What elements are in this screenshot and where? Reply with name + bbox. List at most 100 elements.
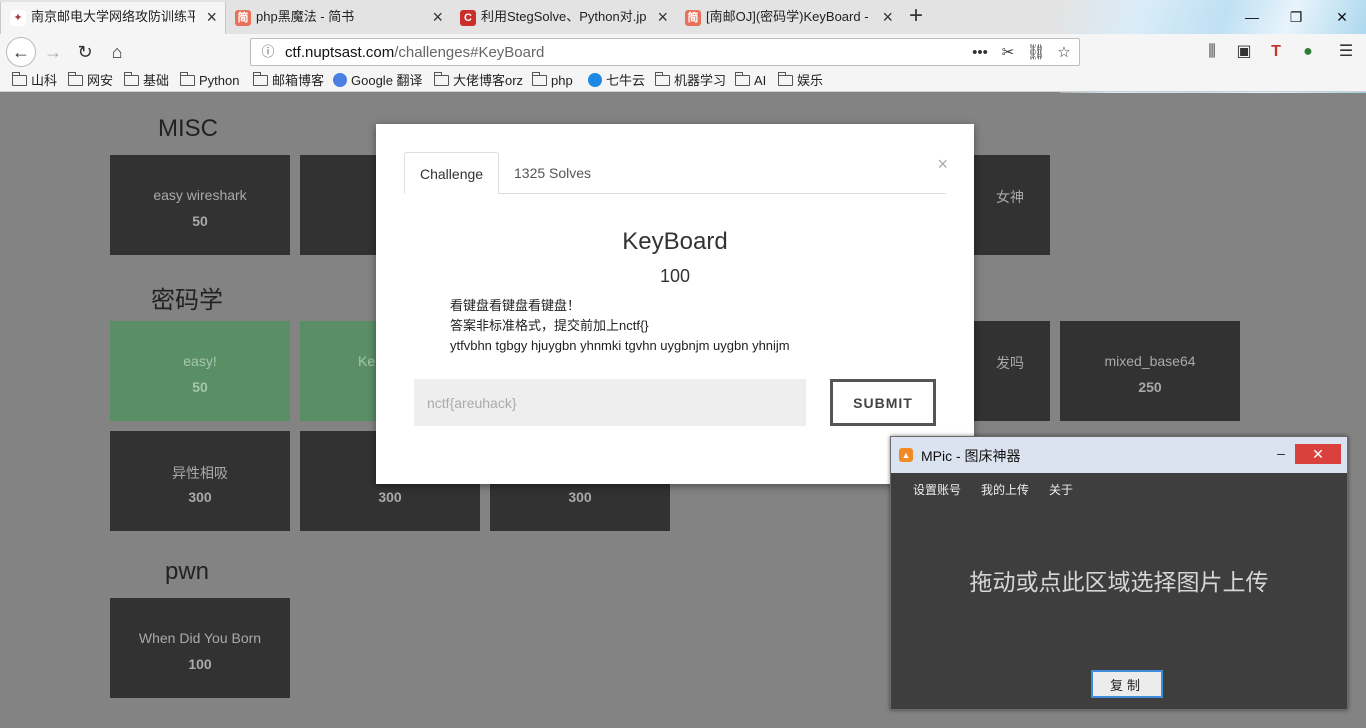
mpic-titlebar[interactable]: ▲ MPic - 图床神器 – ✕ [891,437,1347,473]
mpic-app-icon: ▲ [899,448,913,462]
minimize-icon[interactable]: – [1271,445,1291,463]
menu-item-uploads[interactable]: 我的上传 [981,481,1029,498]
folder-icon [253,72,268,86]
bookmark-folder[interactable]: php [532,72,573,90]
browser-tab-keyboard[interactable]: 简 [南邮OJ](密码学)KeyBoard - 简书 × [676,2,901,34]
url-host: ctf.nuptsast.com [285,44,395,61]
challenge-card[interactable]: easy wireshark 50 [110,155,290,255]
folder-icon [68,72,83,86]
folder-icon [180,72,195,86]
bookmark-label: 大佬博客orz [453,73,524,88]
url-path: /challenges#KeyBoard [394,44,545,61]
mpic-window: ▲ MPic - 图床神器 – ✕ 设置账号 我的上传 关于 拖动或点此区域选择… [890,436,1348,710]
folder-icon [434,72,449,86]
challenge-card[interactable]: When Did You Born 100 [110,598,290,698]
challenge-name: When Did You Born [138,630,262,646]
bird-icon: ✦ [10,10,26,26]
screenshot-icon[interactable]: ✂ [997,42,1019,64]
home-icon[interactable]: ⌂ [102,38,132,66]
close-icon[interactable]: ✕ [1295,444,1341,464]
info-icon[interactable]: ⓘ [259,43,277,61]
bookmark-folder[interactable]: 网安 [68,72,113,90]
challenge-value: 250 [1138,379,1162,395]
tab-solves[interactable]: 1325 Solves [499,152,606,194]
bookmark-label: 邮箱博客 [272,73,325,88]
back-icon[interactable]: ← [6,37,36,67]
challenge-description: 看键盘看键盘看键盘！ 答案非标准格式，提交前加上nctf{} ytfvbhn t… [450,296,910,356]
reload-icon[interactable]: ↻ [70,38,100,66]
challenge-name: 发吗 [996,355,1024,371]
bookmark-label: Google 翻译 [351,73,423,88]
challenge-value: 50 [192,213,208,229]
bookmark-label: 七牛云 [606,73,646,88]
jianshu-icon: 简 [685,10,701,26]
sidebar-icon[interactable]: ▣ [1232,40,1256,64]
description-line: 答案非标准格式，提交前加上nctf{} [450,318,649,333]
bookmark-folder[interactable]: Python [180,72,239,90]
challenge-value: 50 [192,379,208,395]
browser-tab-php[interactable]: 简 php黑魔法 - 简书 × [226,2,451,34]
category-title-pwn: pwn [165,558,210,585]
qiniu-icon [588,73,602,87]
folder-icon [778,72,793,86]
category-title-crypto: 密码学 [151,287,223,314]
translate-extension-icon[interactable]: T [1264,40,1288,64]
bookmark-folder[interactable]: 山科 [12,72,57,90]
tab-title: 南京邮电大学网络攻防训练平台 [31,9,195,24]
tab-title: php黑魔法 - 简书 [256,9,355,24]
challenge-card[interactable]: mixed_base64 250 [1060,321,1240,421]
challenge-value: 300 [188,489,212,505]
tab-title: 利用StegSolve、Python对.jpg [481,9,646,24]
menu-item-about[interactable]: 关于 [1049,481,1073,498]
challenge-points: 100 [659,266,691,286]
window-close-icon[interactable]: ✕ [1330,6,1354,28]
challenge-value: 100 [188,656,212,672]
bookmark-folder[interactable]: 娱乐 [778,72,823,90]
menu-icon[interactable]: ☰ [1334,40,1358,64]
category-title-misc: MISC [158,115,218,142]
bookmark-folder[interactable]: 邮箱博客 [253,72,324,90]
challenge-card-solved[interactable]: easy! 50 [110,321,290,421]
bookmark-google-translate[interactable]: Google 翻译 [333,72,423,90]
browser-tab-nuptsast[interactable]: ✦ 南京邮电大学网络攻防训练平台 × [0,2,226,34]
bookmark-folder[interactable]: 基础 [124,72,169,90]
close-tab-icon[interactable]: × [206,2,217,32]
url-bar[interactable]: ⓘ ctf.nuptsast.com/challenges#KeyBoard •… [250,38,1080,66]
extension-icon[interactable]: ● [1296,40,1320,64]
close-tab-icon[interactable]: × [657,2,668,32]
submit-button[interactable]: SUBMIT [830,379,936,426]
folder-icon [124,72,139,86]
challenge-value: 300 [378,489,402,505]
bookmark-label: 基础 [143,73,170,88]
new-tab-button[interactable]: + [902,2,930,32]
bookmark-star-icon[interactable]: ☆ [1053,42,1075,64]
url-text[interactable]: ctf.nuptsast.com/challenges#KeyBoard [285,44,544,61]
upload-drop-zone[interactable]: 拖动或点此区域选择图片上传 [891,563,1347,597]
browser-tab-stegsolve[interactable]: C 利用StegSolve、Python对.jpg × [451,2,676,34]
challenge-value: 300 [568,489,592,505]
bookmark-folder[interactable]: AI [735,72,766,90]
window-minimize-icon[interactable]: — [1240,6,1264,28]
bookmark-folder[interactable]: 机器学习 [655,72,726,90]
bookmarks-bar: 山科 网安 基础 Python 邮箱博客 Google 翻译 大佬博客orz p… [0,70,1366,92]
challenge-card[interactable]: 异性相吸 300 [110,431,290,531]
browser-nav-bar: ← → ↻ ⌂ ⓘ ctf.nuptsast.com/challenges#Ke… [0,34,1366,70]
library-icon[interactable]: ⫼ [1200,40,1224,64]
challenge-name: mixed_base64 [1104,353,1196,369]
tab-challenge[interactable]: Challenge [404,152,500,194]
challenge-name: 异性相吸 [172,465,228,481]
page-actions-icon[interactable]: ••• [969,42,991,64]
bookmark-qiniu[interactable]: 七牛云 [588,72,645,90]
menu-item-account[interactable]: 设置账号 [913,481,961,498]
bookmark-label: 山科 [31,73,58,88]
challenge-name: easy! [183,353,217,369]
bookmark-folder[interactable]: 大佬博客orz [434,72,523,90]
window-restore-icon[interactable]: ❐ [1284,6,1308,28]
link-icon[interactable]: ⛓ [1025,42,1047,64]
flag-input[interactable] [414,379,806,426]
forward-icon[interactable]: → [38,38,68,66]
mpic-title: MPic - 图床神器 [921,448,1021,464]
copy-button[interactable]: 复制 [1091,670,1163,698]
close-tab-icon[interactable]: × [432,2,443,32]
close-tab-icon[interactable]: × [882,2,893,32]
